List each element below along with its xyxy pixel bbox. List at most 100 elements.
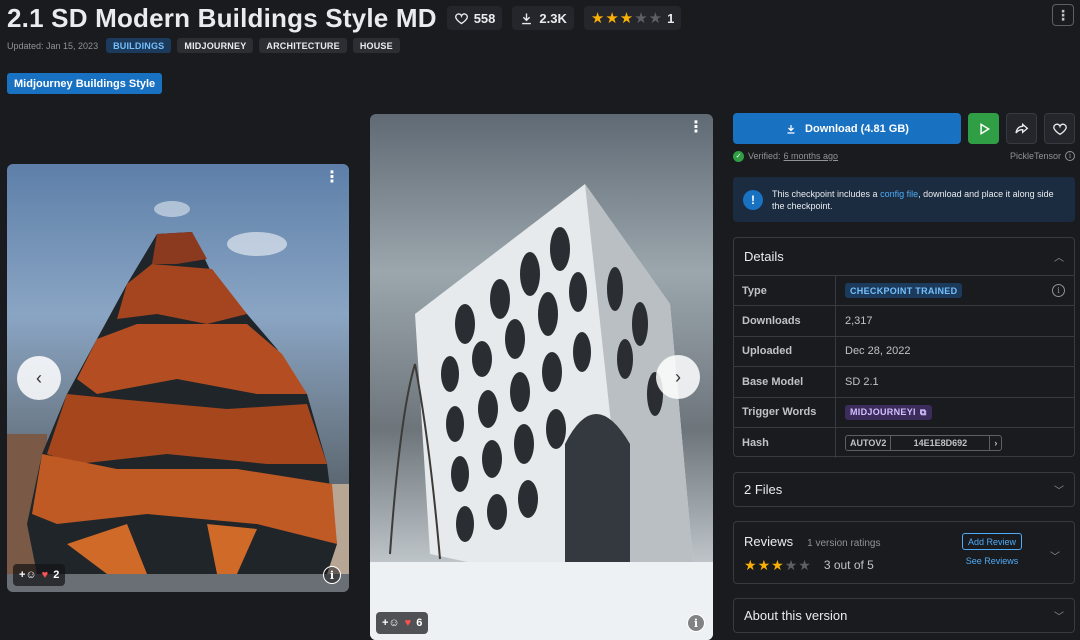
details-row-downloads: Downloads 2,317 <box>734 306 1074 337</box>
like-count: 558 <box>473 10 496 26</box>
info-icon: i <box>693 616 699 630</box>
play-icon <box>979 122 990 135</box>
row-label: Downloads <box>734 306 836 336</box>
like-count-chip[interactable]: 558 <box>446 6 503 30</box>
about-version-panel[interactable]: About this version ﹀ <box>733 598 1075 633</box>
download-icon <box>787 124 795 134</box>
tag-architecture[interactable]: ARCHITECTURE <box>259 38 347 53</box>
notice-text: This checkpoint includes a config file, … <box>772 188 1065 212</box>
add-reaction-icon: +☺ <box>382 617 400 629</box>
trigger-word-chip[interactable]: MIDJOURNEYI ⧉ <box>845 404 932 420</box>
more-options-button[interactable]: ⋮ <box>1052 4 1074 26</box>
gallery-image-1[interactable]: ⋮ ‹ +☺ ♥ 2 i <box>7 164 349 592</box>
page-title: 2.1 SD Modern Buildings Style MD <box>7 2 437 33</box>
image-kebab-icon[interactable]: ⋮ <box>688 120 704 136</box>
reaction-count: 6 <box>416 617 423 629</box>
heart-filled-icon: ♥ <box>404 617 412 629</box>
details-row-base-model: Base Model SD 2.1 <box>734 367 1074 398</box>
gallery-image-2[interactable]: ⋮ › +☺ ♥ 6 i <box>370 114 713 640</box>
style-badge[interactable]: Midjourney Buildings Style <box>7 73 163 94</box>
star-filled-icon: ★ <box>619 9 634 27</box>
config-file-link[interactable]: config file <box>880 189 918 199</box>
add-review-button[interactable]: Add Review <box>962 533 1023 550</box>
meta-row: Updated: Jan 15, 2023 BUILDINGS MIDJOURN… <box>7 38 400 53</box>
chevron-down-icon: ﹀ <box>1050 552 1060 563</box>
author: PickleTensor i <box>1010 151 1075 161</box>
verification-row: ✓ Verified: 6 months ago PickleTensor i <box>733 149 1075 163</box>
next-image-button[interactable]: › <box>656 355 700 399</box>
reviews-title: Reviews <box>744 534 794 549</box>
verified-label: Verified: <box>748 151 781 161</box>
info-icon: i <box>329 568 335 582</box>
details-panel: Details ︿ Type CHECKPOINT TRAINED i Down… <box>733 237 1075 459</box>
image-reactions[interactable]: +☺ ♥ 6 <box>376 612 429 634</box>
copy-icon: ⧉ <box>919 406 927 417</box>
author-name[interactable]: PickleTensor <box>1010 151 1061 161</box>
details-row-hash: Hash AUTOV2 14E1E8D692 › <box>734 427 1074 459</box>
files-panel[interactable]: 2 Files ﹀ <box>733 472 1075 507</box>
image-info-button[interactable]: i <box>323 566 341 584</box>
reviews-actions: Add Review See Reviews <box>962 533 1023 566</box>
image-info-button[interactable]: i <box>687 614 705 632</box>
see-reviews-link[interactable]: See Reviews <box>966 556 1019 566</box>
files-title: 2 Files <box>744 482 783 497</box>
star-empty-icon: ★ <box>648 9 663 27</box>
star-filled-icon: ★ <box>757 557 771 573</box>
info-icon[interactable]: i <box>1065 151 1075 161</box>
run-button[interactable] <box>968 113 999 144</box>
download-count-chip: 2.3K <box>512 6 574 30</box>
title-row: 2.1 SD Modern Buildings Style MD 558 2.3… <box>7 2 682 34</box>
reviews-panel[interactable]: Reviews 1 version ratings ★ ★ ★ ★ ★ 3 ou… <box>733 521 1075 584</box>
star-empty-icon: ★ <box>634 9 648 27</box>
verified-ago-link[interactable]: 6 months ago <box>784 151 839 161</box>
row-value: CHECKPOINT TRAINED i <box>836 276 1074 305</box>
heart-filled-icon: ♥ <box>41 569 49 581</box>
hash-value[interactable]: 14E1E8D692 <box>890 436 991 451</box>
row-value: AUTOV2 14E1E8D692 › <box>836 428 1074 458</box>
details-header[interactable]: Details ︿ <box>734 238 1074 276</box>
favorite-button[interactable] <box>1044 113 1075 144</box>
image-reactions[interactable]: +☺ ♥ 2 <box>13 564 66 586</box>
chevron-left-icon: ‹ <box>36 367 42 388</box>
row-value: 2,317 <box>845 315 873 328</box>
info-icon[interactable]: i <box>1052 284 1065 298</box>
share-button[interactable] <box>1006 113 1037 144</box>
download-button[interactable]: Download (4.81 GB) <box>733 113 961 144</box>
heart-outline-icon <box>1052 123 1067 135</box>
row-value: MIDJOURNEYI ⧉ <box>836 398 1074 427</box>
share-icon <box>1014 122 1028 134</box>
hash-box[interactable]: AUTOV2 14E1E8D692 › <box>845 435 1003 452</box>
chevron-right-icon[interactable]: › <box>990 436 1001 450</box>
tag-house[interactable]: HOUSE <box>352 38 400 53</box>
previous-image-button[interactable]: ‹ <box>17 356 61 400</box>
star-filled-icon: ★ <box>744 557 757 573</box>
row-value: SD 2.1 <box>845 375 879 388</box>
chevron-right-icon: › <box>675 366 681 387</box>
reviews-score: 3 out of 5 <box>823 558 874 572</box>
hash-type[interactable]: AUTOV2 <box>846 436 890 450</box>
download-count: 2.3K <box>539 10 567 26</box>
rating-chip[interactable]: ★ ★ ★ ★ ★ 1 <box>583 6 682 30</box>
type-badge: CHECKPOINT TRAINED <box>845 283 963 299</box>
star-empty-icon: ★ <box>798 557 811 573</box>
about-title: About this version <box>744 608 848 623</box>
config-notice: ! This checkpoint includes a config file… <box>733 177 1075 222</box>
row-value: Dec 28, 2022 <box>845 345 911 358</box>
notice-text-start: This checkpoint includes a <box>772 188 881 199</box>
rating-stars: ★ ★ ★ ★ ★ <box>591 11 662 26</box>
details-row-trigger-words: Trigger Words MIDJOURNEYI ⧉ <box>734 397 1074 428</box>
details-title: Details <box>744 249 784 264</box>
tag-buildings[interactable]: BUILDINGS <box>106 38 172 53</box>
chevron-down-icon: ﹀ <box>1054 612 1064 623</box>
reviews-heading: Reviews 1 version ratings <box>744 534 881 549</box>
star-filled-icon: ★ <box>771 557 784 573</box>
tag-midjourney[interactable]: MIDJOURNEY <box>177 38 254 53</box>
rating-count: 1 <box>667 10 675 26</box>
row-label: Hash <box>734 427 836 459</box>
trigger-word: MIDJOURNEYI <box>850 407 916 418</box>
image-kebab-icon[interactable]: ⋮ <box>324 170 340 186</box>
reviews-count: 1 version ratings <box>807 538 881 549</box>
download-icon <box>522 13 532 24</box>
reviews-stars: ★ ★ ★ ★ ★ 3 out of 5 <box>744 558 881 572</box>
reviews-summary: Reviews 1 version ratings ★ ★ ★ ★ ★ 3 ou… <box>744 534 881 572</box>
